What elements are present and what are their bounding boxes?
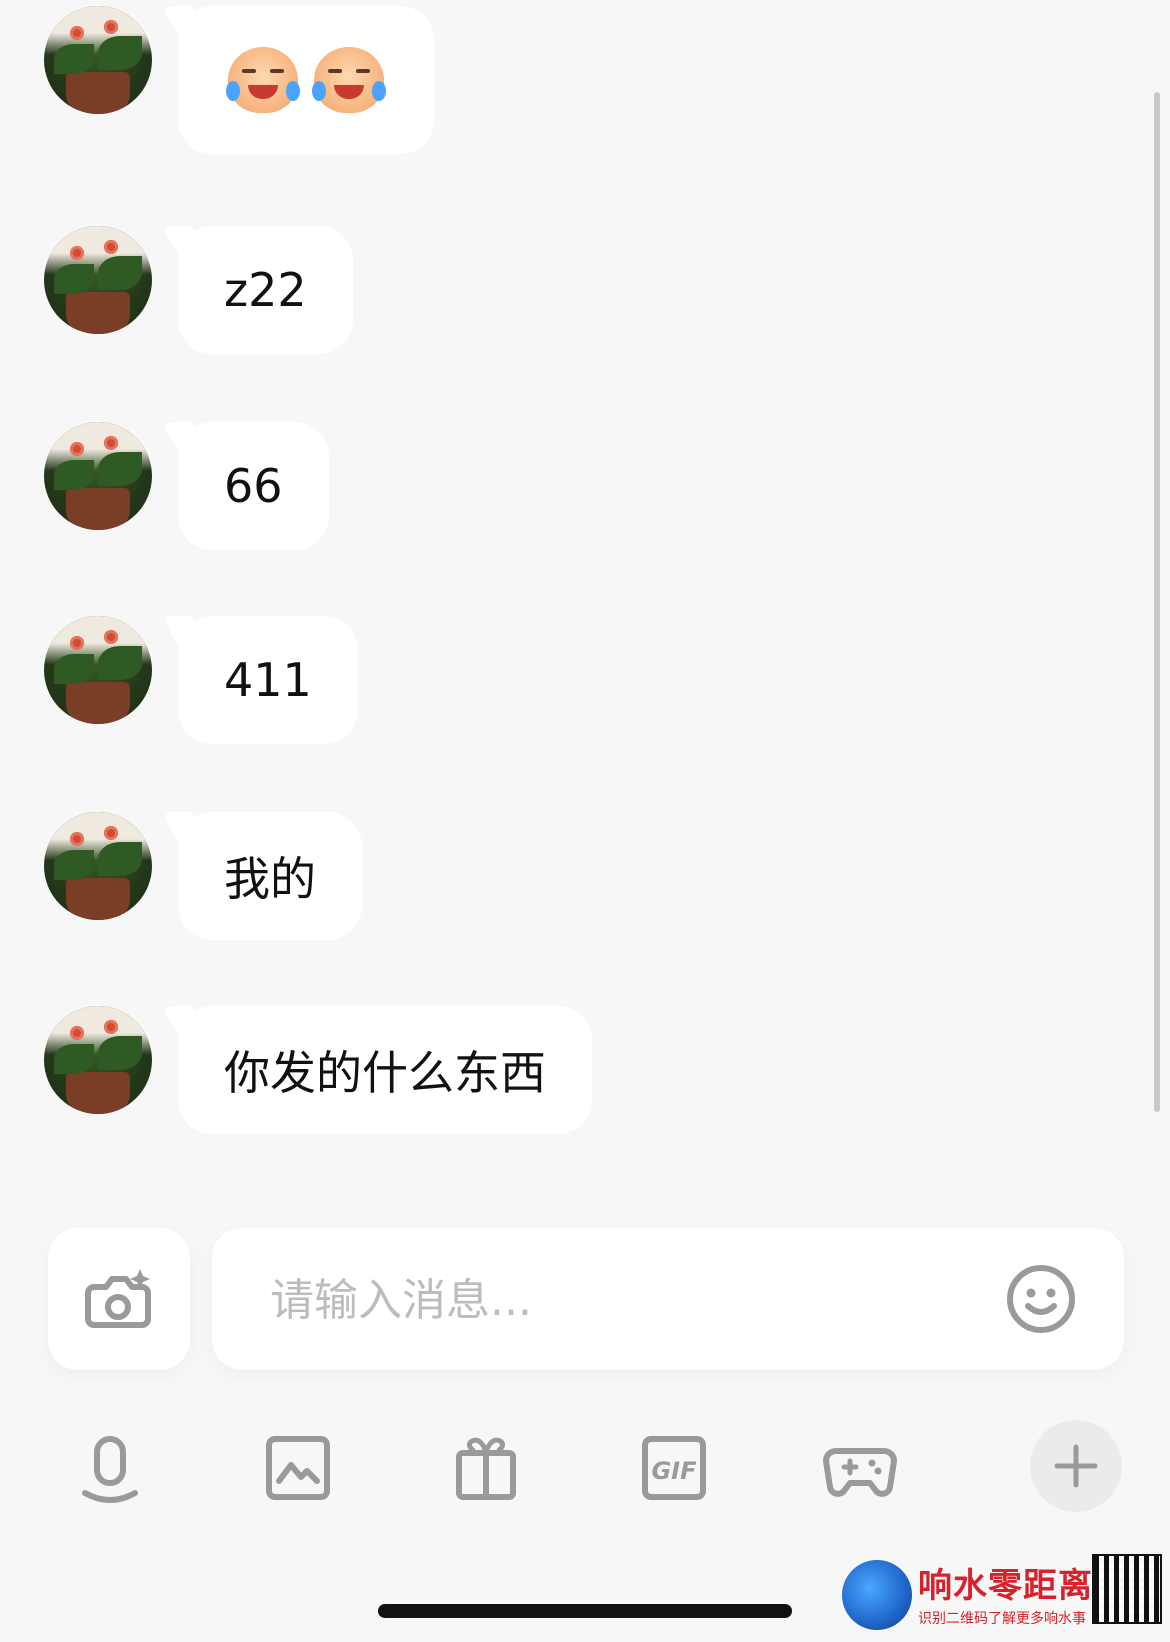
message-text: 我的 xyxy=(224,852,316,906)
message-row: 66 xyxy=(44,422,344,550)
more-button[interactable] xyxy=(1030,1420,1122,1512)
message-bubble[interactable]: 你发的什么东西 xyxy=(178,1006,592,1134)
home-indicator[interactable] xyxy=(378,1604,792,1618)
message-bubble[interactable]: 411 xyxy=(178,616,358,744)
watermark-title: 响水零距离 xyxy=(918,1566,1093,1606)
bottom-toolbar: GIF xyxy=(56,1420,1122,1516)
smiley-icon[interactable] xyxy=(1006,1264,1076,1334)
gif-icon: GIF xyxy=(642,1436,706,1500)
avatar[interactable] xyxy=(44,226,152,334)
message-input[interactable] xyxy=(268,1228,972,1372)
message-row: z22 xyxy=(44,226,353,354)
microphone-icon xyxy=(82,1436,138,1503)
message-text: z22 xyxy=(224,263,307,317)
message-row: 你发的什么东西 xyxy=(44,1006,624,1134)
gift-button[interactable] xyxy=(438,1420,534,1516)
message-bubble[interactable]: 我的 xyxy=(178,812,362,940)
avatar[interactable] xyxy=(44,422,152,530)
game-button[interactable] xyxy=(812,1420,908,1516)
message-bubble[interactable]: 66 xyxy=(178,422,329,550)
message-composer xyxy=(48,1228,1124,1372)
message-row: 我的 xyxy=(44,812,374,940)
message-row: 411 xyxy=(44,616,358,744)
camera-button[interactable] xyxy=(48,1228,190,1370)
gamepad-icon xyxy=(823,1448,897,1497)
avatar[interactable] xyxy=(44,616,152,724)
tears-of-joy-emoji xyxy=(312,47,386,113)
avatar[interactable] xyxy=(44,1006,152,1114)
watermark-subtitle: 识别二维码了解更多响水事 xyxy=(918,1611,1086,1627)
avatar[interactable] xyxy=(44,6,152,114)
scrollbar[interactable] xyxy=(1154,92,1160,1112)
message-text: 411 xyxy=(224,653,312,707)
gift-icon xyxy=(456,1437,516,1500)
tears-of-joy-emoji xyxy=(226,47,300,113)
gif-button[interactable]: GIF xyxy=(626,1420,722,1516)
message-text: 你发的什么东西 xyxy=(224,1046,546,1100)
camera-sparkle-icon xyxy=(85,1269,151,1328)
avatar[interactable] xyxy=(44,812,152,920)
svg-text:GIF: GIF xyxy=(651,1457,697,1485)
message-bubble[interactable] xyxy=(178,6,434,154)
message-bubble[interactable]: z22 xyxy=(178,226,353,354)
message-text: 66 xyxy=(224,459,283,513)
image-icon xyxy=(266,1436,330,1500)
plus-icon xyxy=(1054,1444,1098,1488)
qr-code-icon xyxy=(1092,1554,1162,1624)
chat-area: z22 66 411 我的 你发的什么东西 xyxy=(0,0,1170,1200)
message-input-box[interactable] xyxy=(212,1228,1124,1372)
voice-button[interactable] xyxy=(62,1420,158,1516)
message-row xyxy=(44,6,444,156)
image-button[interactable] xyxy=(250,1420,346,1516)
watermark-logo-icon xyxy=(842,1560,912,1630)
watermark: 响水零距离 识别二维码了解更多响水事 xyxy=(842,1554,1162,1634)
